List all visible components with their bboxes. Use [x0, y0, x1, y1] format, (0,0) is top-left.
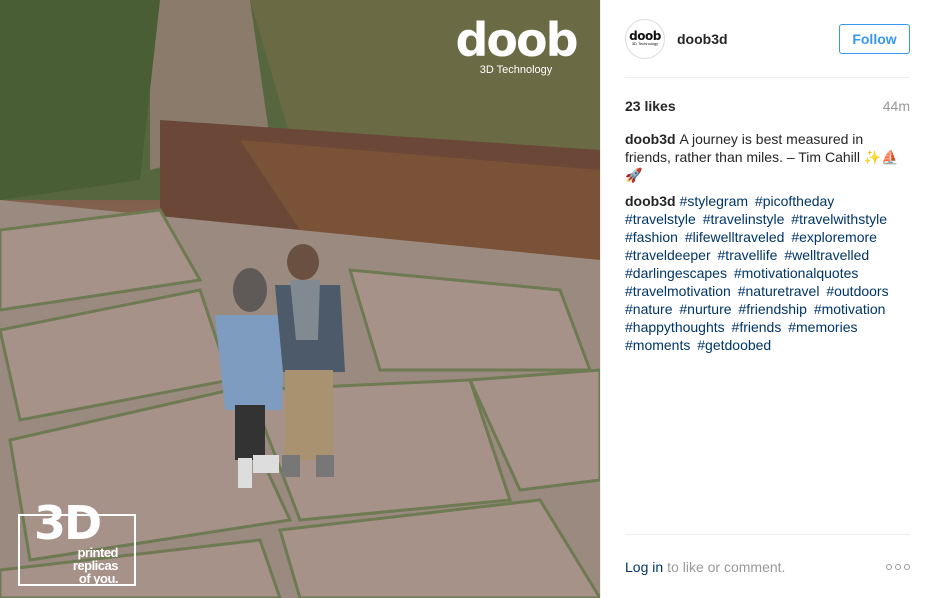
hashtag-link[interactable]: #stylegram	[680, 193, 748, 209]
hashtag-link[interactable]: #welltravelled	[784, 247, 869, 263]
hashtag-list: #stylegram #picoftheday #travelstyle #tr…	[625, 193, 892, 353]
hashtag-link[interactable]: #nurture	[679, 301, 731, 317]
hashtag-link[interactable]: #friends	[732, 319, 782, 335]
hashtag-link[interactable]: #traveldeeper	[625, 247, 711, 263]
caption-author[interactable]: doob3d	[625, 131, 676, 147]
hashtag-link[interactable]: #friendship	[738, 301, 807, 317]
hashtag-link[interactable]: #travelstyle	[625, 211, 696, 227]
caption: doob3d A journey is best measured in frie…	[625, 130, 910, 354]
more-options-icon[interactable]	[886, 563, 910, 570]
login-prompt: to like or comment.	[667, 558, 786, 575]
more-dot	[904, 563, 910, 570]
post-footer: Log in to like or comment.	[625, 534, 910, 598]
avatar[interactable]: doob 3D Technology	[625, 18, 665, 59]
username-link[interactable]: doob3d	[677, 31, 728, 47]
hashtag-link[interactable]: #fashion	[625, 229, 678, 245]
hashtag-link[interactable]: #motivation	[814, 301, 886, 317]
hashtag-link[interactable]: #motivationalquotes	[734, 265, 859, 281]
hashtag-link[interactable]: #lifewelltraveled	[685, 229, 785, 245]
hashtag-link[interactable]: #picoftheday	[755, 193, 834, 209]
comment-author[interactable]: doob3d	[625, 193, 676, 209]
hashtag-link[interactable]: #travellife	[718, 247, 778, 263]
stamp-line-3: of you.	[78, 571, 119, 586]
hashtag-link[interactable]: #moments	[625, 337, 690, 353]
instagram-post: doob 3D Technology 3D printed replicas o…	[0, 0, 934, 598]
avatar-subtitle: 3D Technology	[631, 41, 659, 46]
more-dot	[886, 563, 892, 570]
more-dot	[895, 563, 901, 570]
post-info-panel: doob 3D Technology doob3d Follow 23 like…	[600, 0, 934, 598]
hashtag-link[interactable]: #outdoors	[826, 283, 888, 299]
stamp-3d: 3D	[34, 496, 102, 550]
login-link[interactable]: Log in	[625, 559, 663, 575]
hashtag-link[interactable]: #travelwithstyle	[791, 211, 887, 227]
hashtag-link[interactable]: #travelmotivation	[625, 283, 731, 299]
caption-paragraph: doob3d A journey is best measured in frie…	[625, 130, 910, 184]
likes-count[interactable]: 23 likes	[625, 98, 676, 114]
printed-replicas-stamp: 3D printed replicas of you.	[18, 500, 138, 588]
hashtag-comment: doob3d #stylegram #picoftheday #travelsty…	[625, 192, 910, 354]
post-meta: 23 likes 44m	[625, 98, 910, 114]
hashtag-link[interactable]: #exploremore	[791, 229, 877, 245]
hashtag-link[interactable]: #happythoughts	[625, 319, 725, 335]
hashtag-link[interactable]: #memories	[788, 319, 857, 335]
doob-brand-logo: doob 3D Technology	[452, 13, 580, 76]
brand-wordmark: doob	[455, 13, 578, 67]
hashtag-link[interactable]: #naturetravel	[738, 283, 820, 299]
hashtag-link[interactable]: #darlingescapes	[625, 265, 727, 281]
hashtag-link[interactable]: #travelinstyle	[703, 211, 785, 227]
follow-button[interactable]: Follow	[839, 23, 910, 54]
hashtag-link[interactable]: #nature	[625, 301, 672, 317]
post-photo[interactable]: doob 3D Technology 3D printed replicas o…	[0, 0, 600, 598]
post-header: doob 3D Technology doob3d Follow	[625, 0, 910, 78]
stamp-lines: printed replicas of you.	[73, 546, 119, 586]
hashtag-link[interactable]: #getdoobed	[697, 337, 771, 353]
post-timestamp[interactable]: 44m	[883, 98, 910, 114]
